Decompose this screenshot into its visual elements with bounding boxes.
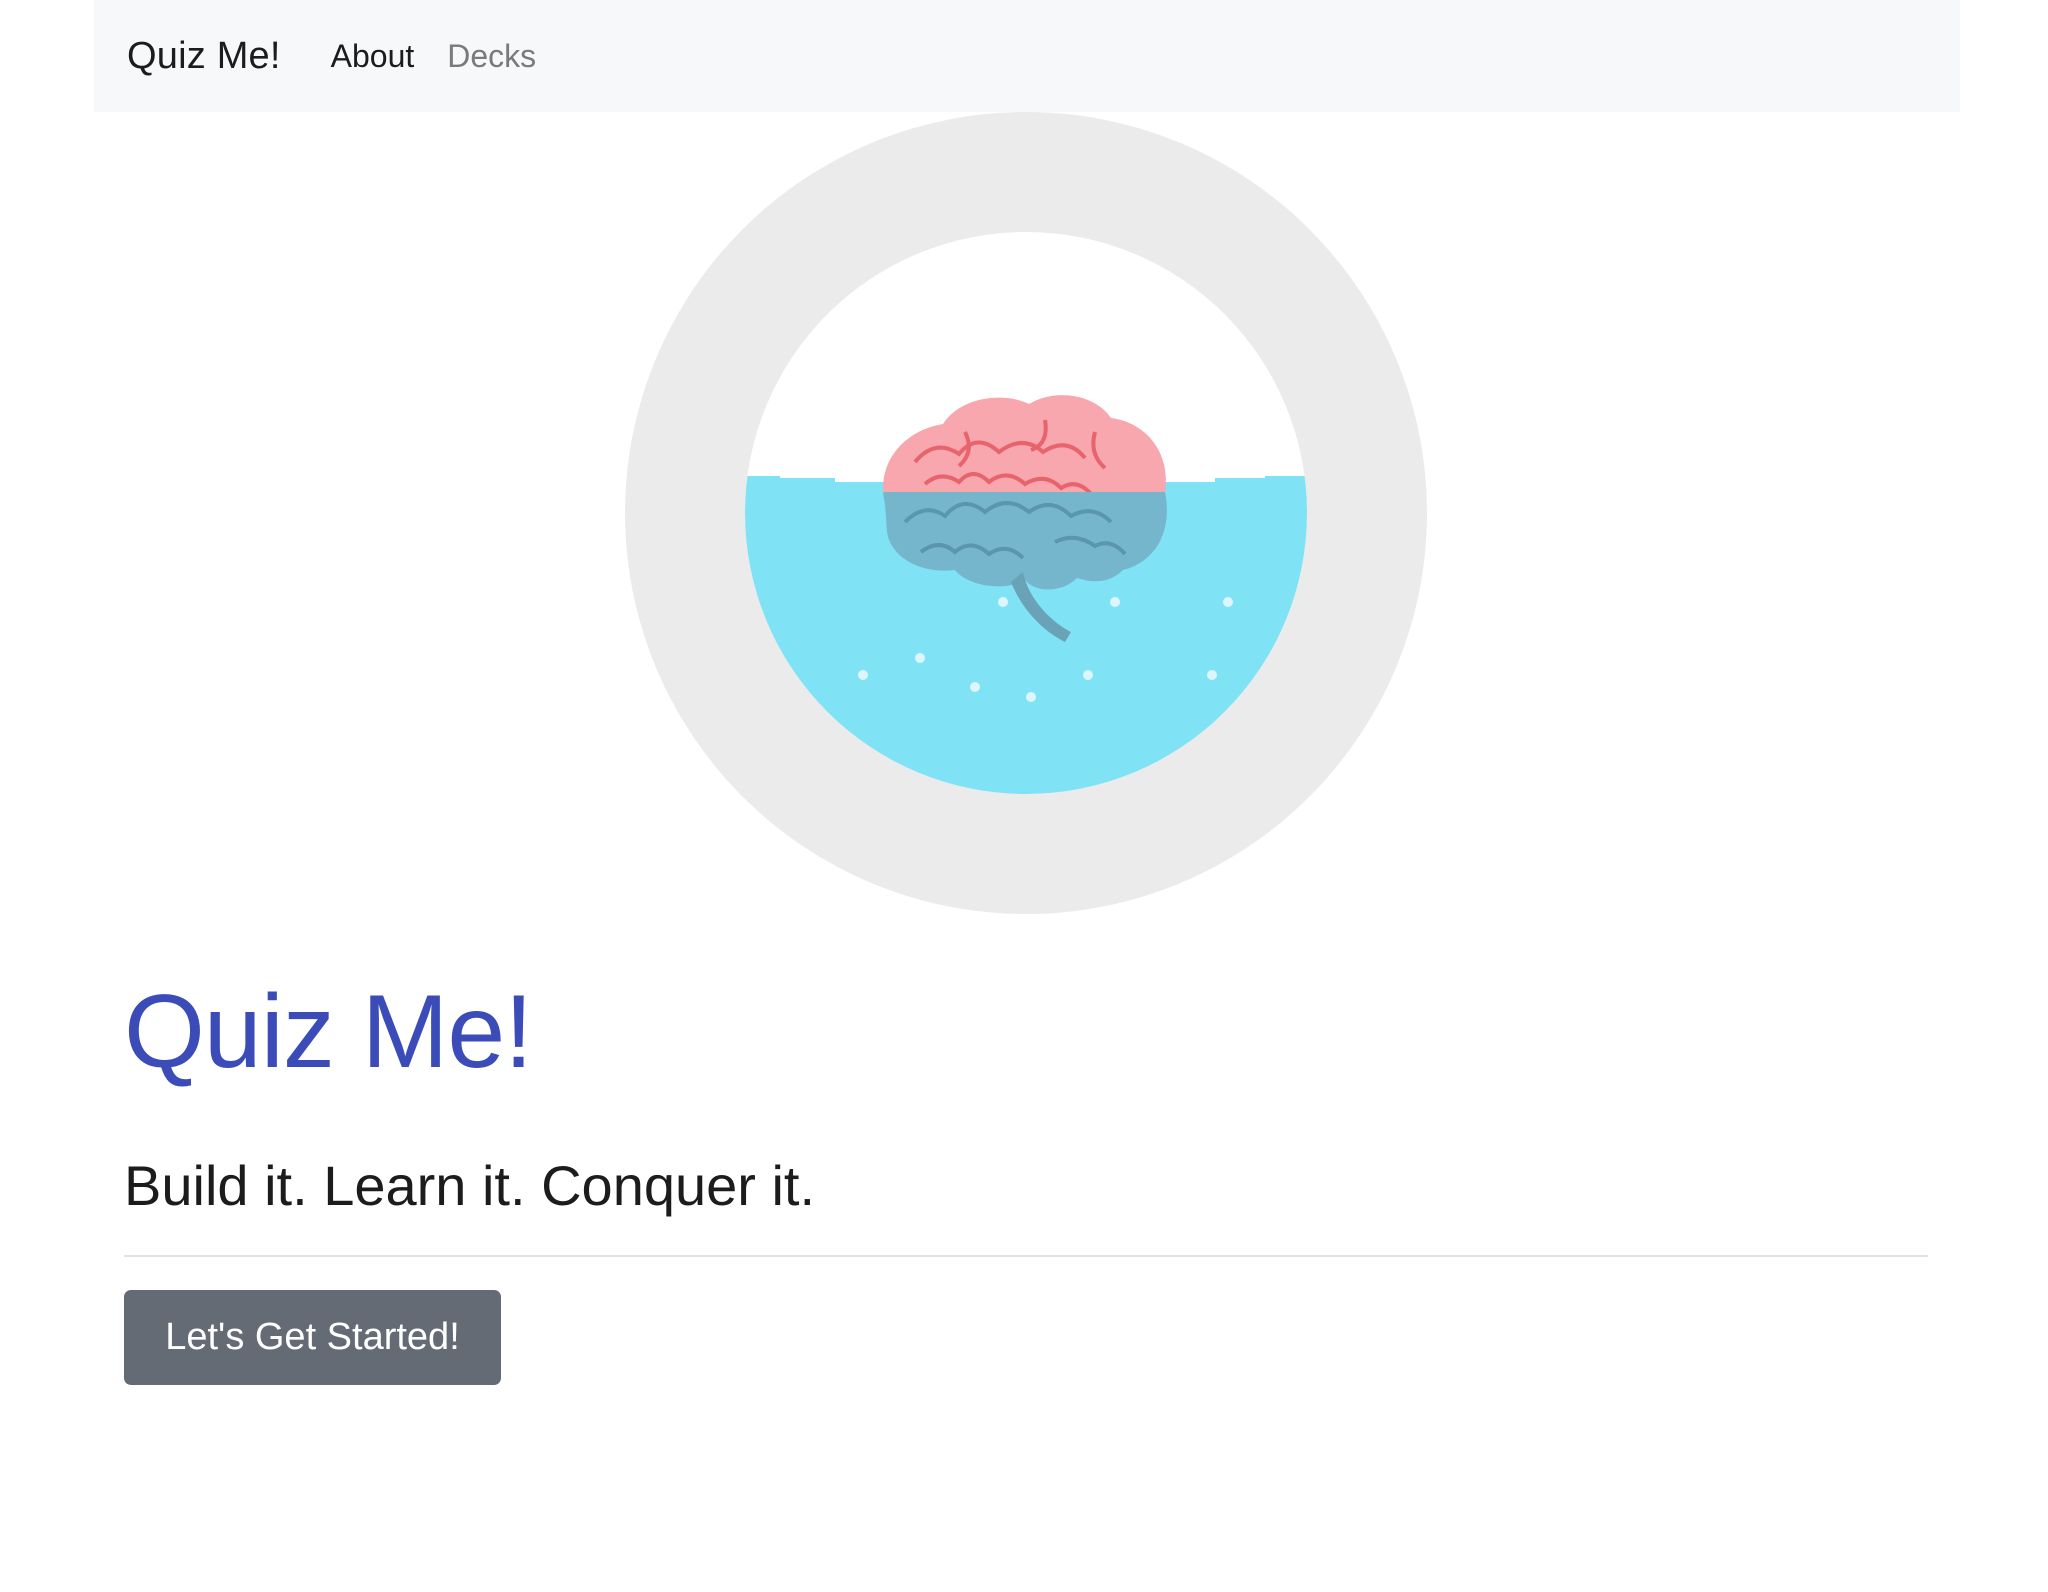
landing-page: Quiz Me! About Decks Quiz Me! Build it. … [0, 0, 2048, 1592]
brain-in-water-icon [625, 112, 1427, 914]
divider [124, 1255, 1928, 1257]
nav-link-decks[interactable]: Decks [447, 38, 536, 75]
navbar: Quiz Me! About Decks [94, 0, 1960, 112]
navbar-brand[interactable]: Quiz Me! [127, 35, 281, 78]
hero-subtitle: Build it. Learn it. Conquer it. [124, 1154, 816, 1217]
nav-link-about[interactable]: About [331, 38, 415, 75]
get-started-button[interactable]: Let's Get Started! [124, 1290, 501, 1385]
hero-title: Quiz Me! [124, 974, 533, 1090]
